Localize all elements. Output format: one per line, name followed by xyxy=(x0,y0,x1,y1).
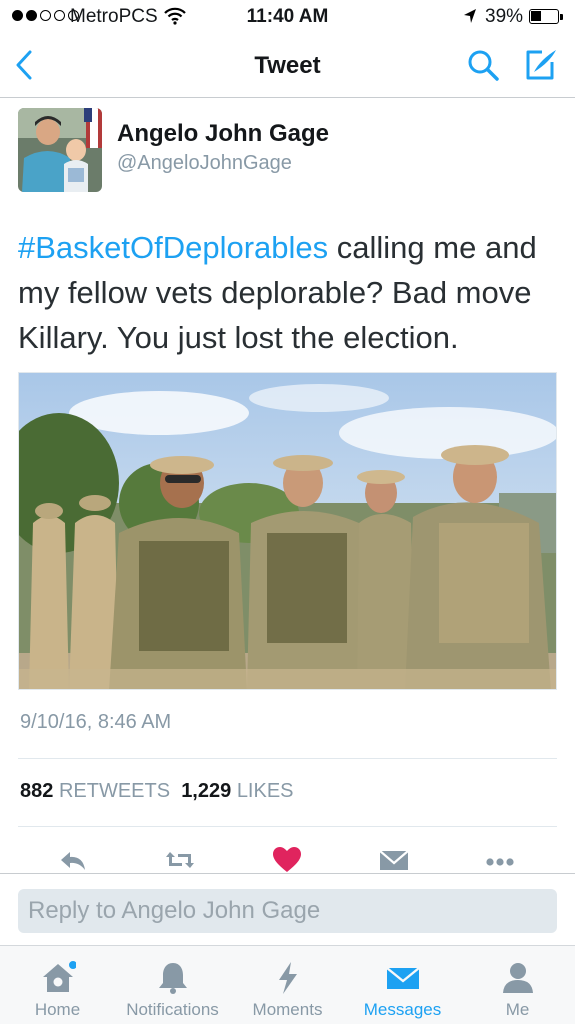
tweet-stats[interactable]: 882 RETWEETS 1,229 LIKES xyxy=(20,780,294,803)
avatar-photo xyxy=(18,108,102,192)
tweet-text: #BasketOfDeplorables calling me and my f… xyxy=(18,225,563,360)
tab-me[interactable]: Me xyxy=(460,946,575,1024)
tab-messages-label: Messages xyxy=(363,1000,442,1019)
envelope-icon xyxy=(385,967,420,989)
nav-bar: Tweet xyxy=(0,34,575,98)
compose-icon[interactable] xyxy=(522,46,558,82)
soldiers-photo-image xyxy=(19,373,556,689)
tweet-timestamp: 9/10/16, 8:46 AM xyxy=(20,711,172,733)
search-icon[interactable] xyxy=(466,48,500,82)
tab-notifications-label: Notifications xyxy=(126,1000,219,1019)
like-count: 1,229 xyxy=(181,780,232,802)
status-bar: MetroPCS 11:40 AM 39% xyxy=(0,0,575,34)
tab-home-label: Home xyxy=(34,1000,81,1019)
tab-notifications[interactable]: Notifications xyxy=(115,946,230,1024)
tab-moments[interactable]: Moments xyxy=(230,946,345,1024)
retweet-icon[interactable] xyxy=(164,844,196,876)
battery-tip xyxy=(560,14,563,20)
direct-message-icon[interactable] xyxy=(378,844,410,876)
tab-me-label: Me xyxy=(505,1000,530,1019)
tab-home[interactable]: Home xyxy=(0,946,115,1024)
location-arrow-icon xyxy=(464,9,476,23)
author-name[interactable]: Angelo John Gage xyxy=(117,120,329,148)
divider xyxy=(18,758,557,759)
like-label: LIKES xyxy=(236,780,294,802)
divider xyxy=(18,826,557,827)
tab-moments-label: Moments xyxy=(252,1000,323,1019)
more-icon[interactable] xyxy=(484,844,516,876)
avatar[interactable] xyxy=(18,108,102,192)
tab-bar: Home Notifications Moments Messages Me xyxy=(0,945,575,1024)
lightning-icon xyxy=(278,962,297,994)
bell-icon xyxy=(158,963,187,994)
author-handle[interactable]: @AngeloJohnGage xyxy=(117,152,292,175)
tweet-photo[interactable] xyxy=(18,372,557,690)
heart-icon[interactable] xyxy=(271,844,303,876)
tab-messages[interactable]: Messages xyxy=(345,946,460,1024)
battery-icon xyxy=(529,9,559,24)
retweet-label: RETWEETS xyxy=(58,780,171,802)
hashtag-link[interactable]: #BasketOfDeplorables xyxy=(18,230,328,265)
reply-input[interactable] xyxy=(18,889,557,933)
reply-icon[interactable] xyxy=(57,844,89,876)
home-icon xyxy=(42,961,76,992)
person-icon xyxy=(502,963,533,993)
retweet-count: 882 xyxy=(20,780,54,802)
battery-percent: 39% xyxy=(485,6,524,27)
